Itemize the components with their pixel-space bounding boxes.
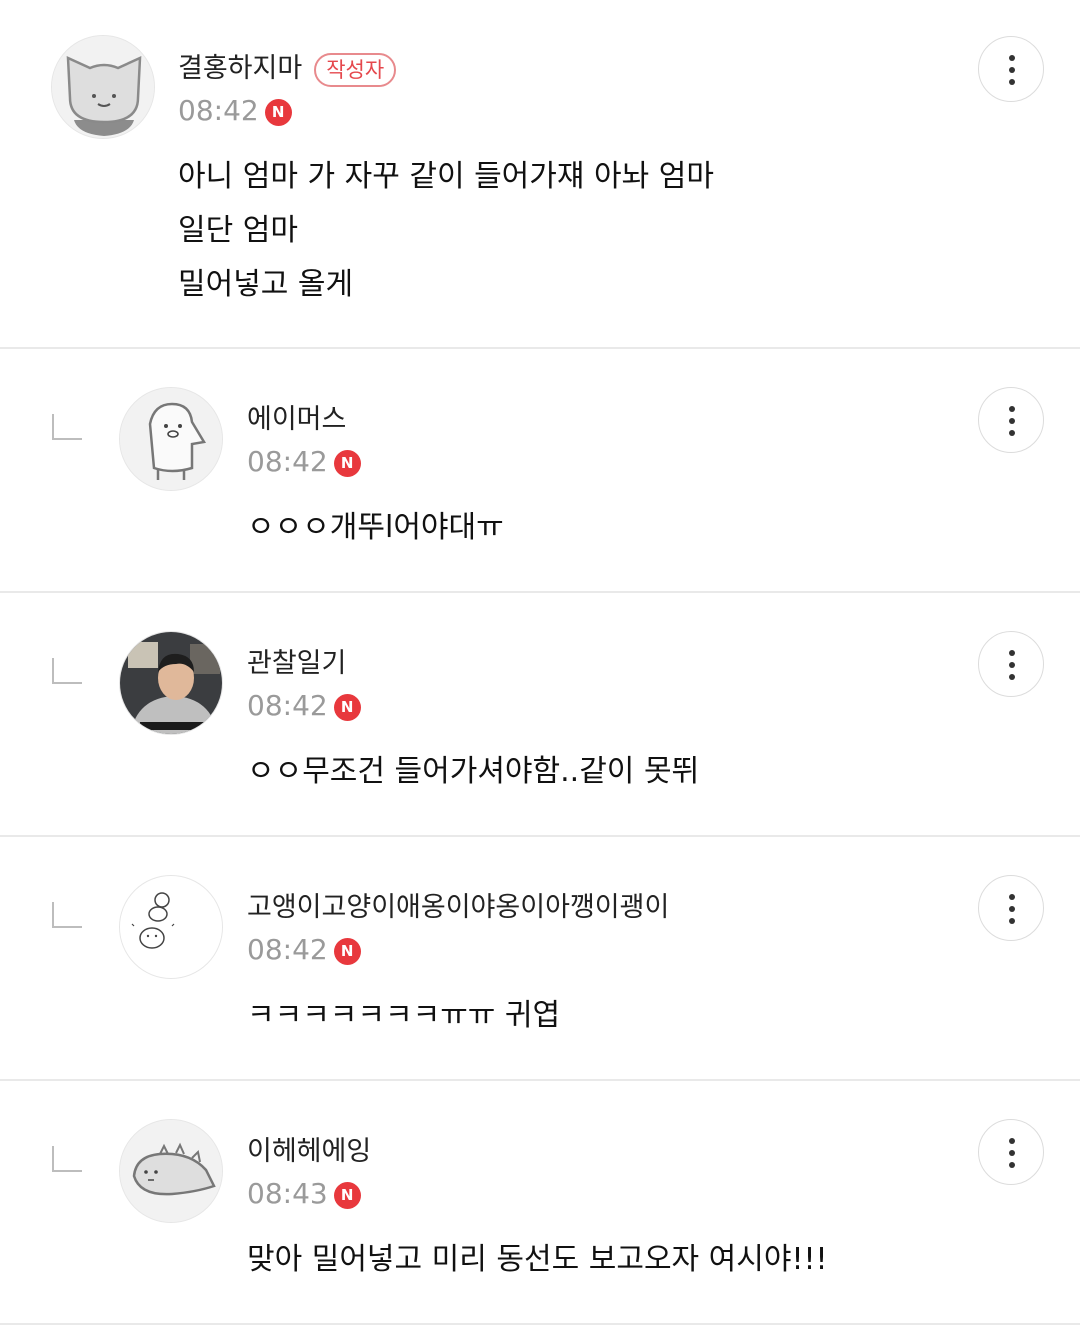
author-name[interactable]: 이헤헤에잉 — [247, 1129, 371, 1168]
author-name[interactable]: 관찰일기 — [247, 641, 346, 680]
comment-text: ㅇㅇ무조건 들어가셔야함..같이 못뛰 — [247, 754, 700, 789]
time-text: 08:42 — [247, 689, 328, 722]
comment-time: 08:42 N — [178, 94, 292, 127]
author-name[interactable]: 고앵이고양이애옹이야옹이아깽이괭이 — [247, 885, 669, 924]
more-options-button[interactable] — [978, 36, 1044, 102]
more-dot-icon — [1009, 430, 1015, 436]
time-text: 08:42 — [178, 94, 259, 127]
reply-item: 이헤헤에잉 08:43 N 맞아 밀어넣고 미리 동선도 보고오자 여시야!!! — [0, 1081, 1080, 1323]
comment-text: ㅇㅇㅇ개뚜l어야대ㅠ — [247, 510, 504, 545]
more-dot-icon — [1009, 67, 1015, 73]
more-dot-icon — [1009, 650, 1015, 656]
more-dot-icon — [1009, 79, 1015, 85]
more-dot-icon — [1009, 1138, 1015, 1144]
more-dot-icon — [1009, 55, 1015, 61]
divider — [0, 1323, 1080, 1325]
more-options-button[interactable] — [978, 387, 1044, 453]
more-options-button[interactable] — [978, 631, 1044, 697]
more-dot-icon — [1009, 662, 1015, 668]
comment-time: 08:42 N — [247, 689, 361, 722]
author-name[interactable]: 결홍하지마 작성자 — [178, 46, 397, 87]
reply-arrow-icon — [52, 1146, 82, 1172]
time-text: 08:42 — [247, 445, 328, 478]
new-badge-icon: N — [264, 98, 292, 126]
author-badge: 작성자 — [314, 52, 397, 87]
cat-avatar-icon — [52, 36, 154, 138]
comment-text: 맞아 밀어넣고 미리 동선도 보고오자 여시야!!! — [247, 1242, 828, 1277]
reply-item: 고앵이고양이애옹이야옹이아깽이괭이 08:42 N ㅋㅋㅋㅋㅋㅋㅋㅠㅠ 귀엽 — [0, 837, 1080, 1079]
comment-time: 08:42 N — [247, 445, 361, 478]
more-options-button[interactable] — [978, 875, 1044, 941]
new-badge-icon: N — [333, 693, 361, 721]
reply-item: 관찰일기 08:42 N ㅇㅇ무조건 들어가셔야함..같이 못뛰 — [0, 593, 1080, 835]
doodle-avatar-icon — [120, 876, 222, 978]
avatar[interactable] — [51, 35, 155, 139]
avatar[interactable] — [119, 631, 223, 735]
reply-arrow-icon — [52, 658, 82, 684]
reply-arrow-icon — [52, 414, 82, 440]
comment-time: 08:42 N — [247, 933, 361, 966]
more-dot-icon — [1009, 406, 1015, 412]
new-badge-icon: N — [333, 937, 361, 965]
new-badge-icon: N — [333, 449, 361, 477]
avatar[interactable] — [119, 875, 223, 979]
more-dot-icon — [1009, 918, 1015, 924]
reply-arrow-icon — [52, 902, 82, 928]
comment-item: 결홍하지마 작성자 08:42 N 아니 엄마 가 자꾸 같이 들어가쟤 아놔 엄마… — [0, 0, 1080, 347]
more-dot-icon — [1009, 894, 1015, 900]
avatar[interactable] — [119, 387, 223, 491]
comment-text: ㅋㅋㅋㅋㅋㅋㅋㅠㅠ 귀엽 — [247, 998, 561, 1033]
reply-item: 에이머스 08:42 N ㅇㅇㅇ개뚜l어야대ㅠ — [0, 349, 1080, 591]
comment-time: 08:43 N — [247, 1177, 361, 1210]
more-dot-icon — [1009, 1150, 1015, 1156]
penguin-avatar-icon — [120, 388, 222, 490]
more-dot-icon — [1009, 418, 1015, 424]
dinosaur-avatar-icon — [120, 1120, 222, 1222]
author-name-text: 결홍하지마 — [178, 53, 303, 84]
more-dot-icon — [1009, 674, 1015, 680]
time-text: 08:42 — [247, 933, 328, 966]
more-dot-icon — [1009, 1162, 1015, 1168]
author-name[interactable]: 에이머스 — [247, 397, 346, 436]
time-text: 08:43 — [247, 1177, 328, 1210]
more-dot-icon — [1009, 906, 1015, 912]
new-badge-icon: N — [333, 1181, 361, 1209]
comment-text: 아니 엄마 가 자꾸 같이 들어가쟤 아놔 엄마 일단 엄마 밀어넣고 올게 — [178, 159, 714, 302]
person-photo-icon — [120, 632, 222, 734]
avatar[interactable] — [119, 1119, 223, 1223]
more-options-button[interactable] — [978, 1119, 1044, 1185]
